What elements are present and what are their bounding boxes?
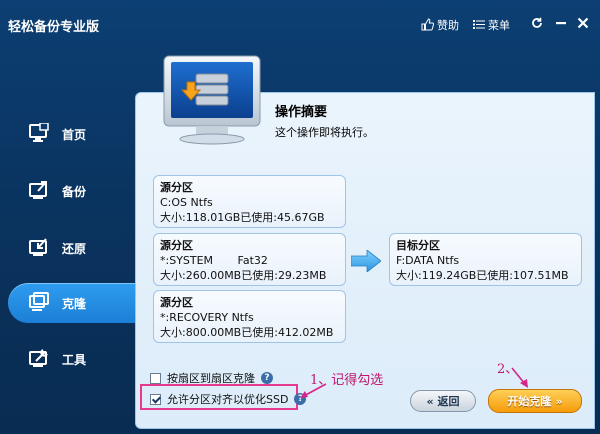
sidebar-item-label: 工具 — [62, 353, 87, 367]
menu-list-icon — [473, 19, 485, 32]
sidebar-item-label: 克隆 — [62, 297, 87, 311]
arrow-right-icon — [350, 249, 382, 273]
partition-size: 大小:260.00MB已使用:29.23MB — [160, 269, 327, 282]
sponsor-label: 赞助 — [437, 19, 459, 32]
card-title: 目标分区 — [396, 239, 440, 252]
sidebar-item-clone[interactable]: 克隆 — [8, 283, 143, 323]
source-partition-card: 源分区 *:RECOVERY Ntfs 大小:800.00MB已使用:412.0… — [153, 290, 346, 343]
ssd-align-option[interactable]: 允许分区对齐以优化SSD ? — [150, 391, 307, 407]
restore-icon — [28, 237, 50, 257]
card-title: 源分区 — [160, 239, 193, 252]
close-icon[interactable] — [574, 17, 592, 33]
partition-size: 大小:118.01GB已使用:45.67GB — [160, 211, 325, 224]
partition-name: *:RECOVERY Ntfs — [160, 311, 254, 324]
tools-icon — [28, 348, 50, 368]
source-partition-card: 源分区 C:OS Ntfs 大小:118.01GB已使用:45.67GB — [153, 175, 346, 228]
sidebar-item-restore[interactable]: 还原 — [0, 228, 135, 268]
summary-description: 这个操作即将执行。 — [275, 126, 374, 139]
partition-name: F:DATA Ntfs — [396, 254, 460, 267]
start-label: 开始克隆 — [507, 395, 552, 408]
app-title: 轻松备份专业版 — [8, 20, 100, 35]
title-bar: 轻松备份专业版 赞助 菜单 — [0, 0, 600, 56]
partition-name: *:SYSTEM Fat32 — [160, 254, 268, 267]
target-partition-card: 目标分区 F:DATA Ntfs 大小:119.24GB已使用:107.51MB — [389, 233, 582, 286]
menu-button[interactable]: 菜单 — [473, 17, 510, 33]
clone-icon — [28, 292, 50, 312]
sector-clone-checkbox[interactable] — [150, 372, 161, 384]
double-chevron-left-icon: « — [426, 394, 434, 408]
double-chevron-right-icon: » — [555, 394, 563, 408]
card-title: 源分区 — [160, 181, 193, 194]
backup-icon — [28, 180, 50, 200]
partition-size: 大小:800.00MB已使用:412.02MB — [160, 326, 334, 339]
sidebar-item-home[interactable]: 首页 — [0, 114, 135, 154]
sidebar-item-tools[interactable]: 工具 — [0, 339, 135, 379]
sidebar-item-label: 首页 — [62, 128, 87, 142]
sidebar-item-backup[interactable]: 备份 — [0, 171, 135, 211]
sidebar-item-label: 备份 — [62, 185, 87, 199]
start-clone-button[interactable]: 开始克隆 » — [488, 389, 582, 413]
annotation-arrow — [510, 366, 532, 390]
summary-monitor-icon — [160, 52, 264, 146]
source-partition-card: 源分区 *:SYSTEM Fat32 大小:260.00MB已使用:29.23M… — [153, 233, 346, 286]
sponsor-button[interactable]: 赞助 — [421, 17, 459, 33]
card-title: 源分区 — [160, 296, 193, 309]
minimize-icon[interactable] — [552, 17, 570, 33]
partition-size: 大小:119.24GB已使用:107.51MB — [396, 269, 569, 282]
back-button[interactable]: « 返回 — [410, 390, 476, 412]
annotation-step1: 1、记得勾选 — [310, 373, 384, 388]
summary-title: 操作摘要 — [275, 105, 328, 120]
sidebar-item-label: 还原 — [62, 242, 87, 256]
home-monitor-icon — [28, 122, 50, 143]
help-icon[interactable]: ? — [261, 372, 273, 384]
refresh-icon[interactable] — [528, 17, 546, 33]
menu-label: 菜单 — [488, 19, 510, 32]
back-label: 返回 — [437, 395, 460, 408]
thumbs-up-icon — [421, 17, 435, 33]
partition-name: C:OS Ntfs — [160, 196, 213, 209]
ssd-align-checkbox[interactable] — [150, 393, 161, 405]
option-label: 允许分区对齐以优化SSD — [167, 393, 289, 406]
